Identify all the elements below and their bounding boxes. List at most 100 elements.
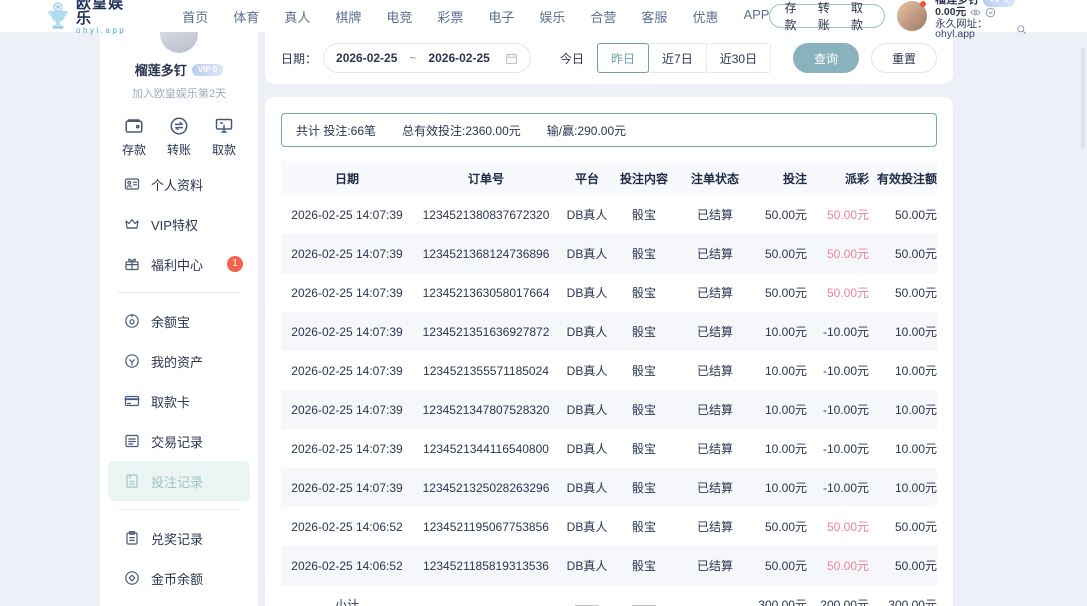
nav-item-0[interactable]: 首页 (182, 7, 208, 26)
nav-item-5[interactable]: 彩票 (437, 7, 463, 26)
bet-record-icon (124, 473, 140, 489)
cell-order: 1234521363058017664 (413, 273, 559, 312)
sidebar-item-crown[interactable]: VIP特权 (100, 204, 258, 244)
cell-payout: 50.00元 (807, 507, 869, 546)
quick-action-label: 存款 (122, 141, 146, 158)
cell-platform: DB真人 (559, 195, 615, 234)
nav-item-3[interactable]: 棋牌 (335, 7, 361, 26)
sidebar-item-assets[interactable]: 我的资产 (100, 341, 258, 381)
subtotal-status (673, 585, 757, 606)
search-button[interactable]: 查询 (793, 43, 859, 73)
wallet-pill-item-0[interactable]: 存款 (784, 0, 803, 33)
redeem-icon (124, 530, 140, 546)
refresh-chevron-icon[interactable] (985, 7, 996, 18)
sidebar-item-label: 金币余额 (151, 569, 203, 588)
nav-item-6[interactable]: 电子 (488, 7, 514, 26)
cell-bet: 50.00元 (757, 507, 807, 546)
table-row: 2026-02-25 14:07:391234521351636927872DB… (281, 312, 937, 351)
sidebar-item-label: 交易记录 (151, 432, 203, 451)
profile-avatar[interactable] (160, 32, 198, 53)
cell-bet: 10.00元 (757, 351, 807, 390)
header-avatar[interactable] (897, 1, 927, 31)
profile-username: 榴莲多钉 (135, 60, 187, 79)
nav-item-4[interactable]: 电竞 (386, 7, 412, 26)
cell-content: 骰宝 (615, 195, 673, 234)
search-icon[interactable] (1016, 24, 1027, 35)
cell-content: 骰宝 (615, 390, 673, 429)
cell-status: 已结算 (673, 195, 757, 234)
sidebar-item-redeem[interactable]: 兑奖记录 (100, 518, 258, 558)
top-header: 欧皇娱乐 ohyl.app 首页体育真人棋牌电竞彩票电子娱乐合营客服优惠APP … (0, 0, 1087, 32)
nav-item-9[interactable]: 客服 (641, 7, 667, 26)
range-button-0[interactable]: 今日 (546, 43, 598, 73)
wallet-pill-item-2[interactable]: 取款 (851, 0, 870, 33)
id-card-icon (124, 176, 140, 192)
cell-valid: 10.00元 (869, 351, 937, 390)
range-button-2[interactable]: 近7日 (648, 43, 707, 73)
table-header: 日期订单号平台投注内容注单状态投注派彩有效投注额 (281, 161, 937, 195)
nav-item-7[interactable]: 娱乐 (539, 7, 565, 26)
sidebar-item-safe[interactable]: 余额宝 (100, 301, 258, 341)
eye-icon[interactable] (970, 7, 981, 18)
menu-divider (118, 509, 240, 510)
range-button-3[interactable]: 近30日 (706, 43, 771, 73)
cell-content: 骰宝 (615, 234, 673, 273)
brand-logo[interactable]: 欧皇娱乐 ohyl.app (46, 0, 130, 36)
quick-action-transfer[interactable]: 转账 (167, 116, 191, 158)
cell-payout: -10.00元 (807, 468, 869, 507)
cell-platform: DB真人 (559, 273, 615, 312)
coin-icon (124, 570, 140, 586)
cell-status: 已结算 (673, 234, 757, 273)
subtotal-content: —— (615, 585, 673, 606)
sidebar-item-label: 个人资料 (151, 175, 203, 194)
filter-card: 日期： 2026-02-25 ~ 2026-02-25 今日昨日近7日近30日 … (265, 32, 953, 84)
subtotal-payout: 200.00元 (807, 585, 869, 606)
quick-action-label: 取款 (212, 141, 236, 158)
sidebar-item-label: 取款卡 (151, 392, 190, 411)
table-row: 2026-02-25 14:07:391234521363058017664DB… (281, 273, 937, 312)
summary-bar: 共计 投注:66笔 总有效投注:2360.00元 输/赢:290.00元 (281, 113, 937, 147)
table-row: 2026-02-25 14:07:391234521347807528320DB… (281, 390, 937, 429)
permanent-url-text: 永久网址：ohyl.app (935, 19, 1012, 40)
menu-divider (118, 292, 240, 293)
cell-content: 骰宝 (615, 273, 673, 312)
quick-action-withdraw[interactable]: 取款 (212, 116, 236, 158)
table-row: 2026-02-25 14:06:521234521185819313536DB… (281, 546, 937, 585)
cell-date: 2026-02-25 14:07:39 (281, 312, 413, 351)
quick-action-label: 转账 (167, 141, 191, 158)
cell-bet: 50.00元 (757, 195, 807, 234)
nav-item-8[interactable]: 合营 (590, 7, 616, 26)
wallet-pill-item-1[interactable]: 转账 (818, 0, 837, 33)
date-range-input[interactable]: 2026-02-25 ~ 2026-02-25 (323, 43, 531, 73)
nav-item-1[interactable]: 体育 (233, 7, 259, 26)
nav-item-10[interactable]: 优惠 (692, 7, 718, 26)
range-button-1[interactable]: 昨日 (597, 43, 649, 73)
cell-bet: 50.00元 (757, 234, 807, 273)
sidebar-item-message[interactable]: 消息中心6 (100, 598, 258, 606)
sidebar-item-bet-record[interactable]: 投注记录 (108, 461, 250, 501)
gift-icon (124, 256, 140, 272)
cell-order: 1234521355571185024 (413, 351, 559, 390)
cell-date: 2026-02-25 14:06:52 (281, 507, 413, 546)
join-days-text: 加入欧皇娱乐第2天 (100, 85, 258, 101)
sidebar-item-bank-card[interactable]: 取款卡 (100, 381, 258, 421)
cell-bet: 10.00元 (757, 312, 807, 351)
cell-valid: 50.00元 (869, 273, 937, 312)
sidebar-item-coin[interactable]: 金币余额 (100, 558, 258, 598)
quick-action-deposit[interactable]: 存款 (122, 116, 146, 158)
cell-valid: 50.00元 (869, 507, 937, 546)
date-start: 2026-02-25 (336, 51, 397, 65)
column-header: 投注内容 (615, 161, 673, 195)
nav-item-2[interactable]: 真人 (284, 7, 310, 26)
page-scrollbar[interactable] (1081, 48, 1085, 148)
cell-status: 已结算 (673, 546, 757, 585)
sidebar-item-id-card[interactable]: 个人资料 (100, 164, 258, 204)
cell-bet: 10.00元 (757, 468, 807, 507)
cell-content: 骰宝 (615, 429, 673, 468)
sidebar-item-gift[interactable]: 福利中心1 (100, 244, 258, 284)
sidebar-item-transaction[interactable]: 交易记录 (100, 421, 258, 461)
nav-item-11[interactable]: APP (743, 7, 769, 26)
summary-total-valid: 总有效投注:2360.00元 (402, 122, 521, 139)
reset-button[interactable]: 重置 (871, 43, 937, 73)
quick-range-group: 今日昨日近7日近30日 (547, 43, 771, 73)
